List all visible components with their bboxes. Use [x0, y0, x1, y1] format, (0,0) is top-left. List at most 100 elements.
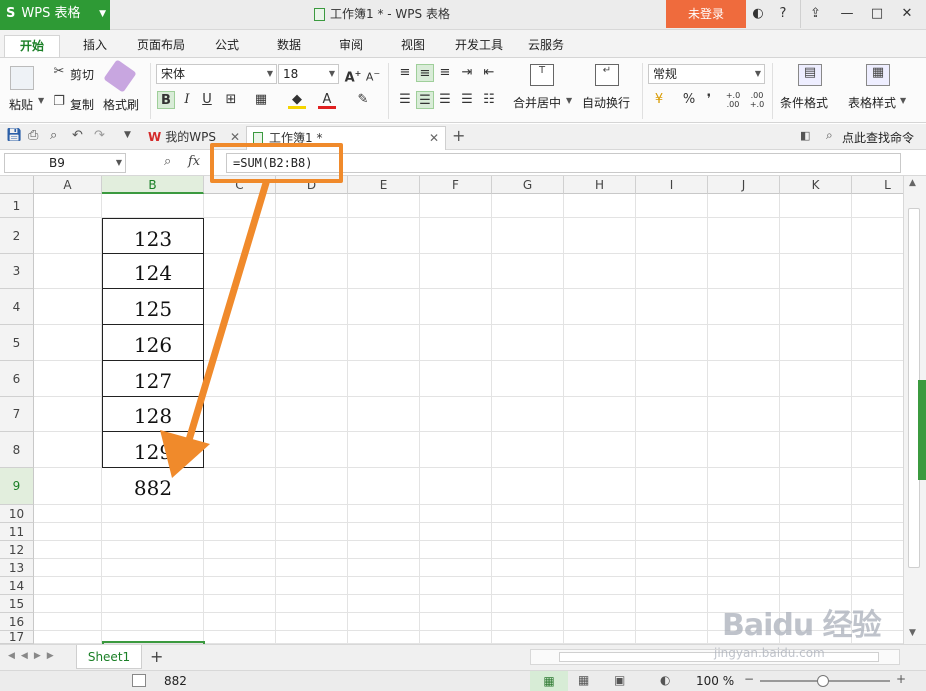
border-icon[interactable]: ⊞: [222, 91, 240, 109]
align-bottom-icon[interactable]: ≡: [436, 64, 454, 82]
column-header-j[interactable]: J: [708, 176, 780, 194]
clear-format-icon[interactable]: ✎: [354, 91, 372, 109]
row-header-12[interactable]: 12: [0, 541, 34, 559]
align-left-icon[interactable]: ☰: [396, 91, 414, 109]
tab-view[interactable]: 视图: [392, 35, 434, 58]
conditional-format-button[interactable]: 条件格式: [780, 94, 828, 111]
normal-view-icon[interactable]: ▦: [530, 671, 568, 691]
row-header-14[interactable]: 14: [0, 577, 34, 595]
column-header-f[interactable]: F: [420, 176, 492, 194]
maximize-icon[interactable]: □: [862, 0, 892, 28]
row-header-16[interactable]: 16: [0, 613, 34, 631]
customize-chevron-icon[interactable]: ▼: [124, 130, 131, 140]
tab-developer[interactable]: 开发工具: [448, 35, 510, 58]
justify-icon[interactable]: ☰: [458, 91, 476, 109]
row-header-8[interactable]: 8: [0, 432, 34, 468]
new-tab-icon[interactable]: +: [452, 126, 465, 145]
spreadsheet-grid[interactable]: ABCDEFGHIJKL 1 2 3 4 5 6 7 8 9 10 11 12 13 14 15 16 17 1…: [0, 176, 903, 644]
sheet-nav-icon[interactable]: ◀◀▶▶: [8, 651, 60, 661]
cut-button[interactable]: 剪切: [70, 66, 94, 83]
login-button[interactable]: 未登录: [666, 0, 746, 28]
increase-decimal-button[interactable]: +.0 .00: [722, 91, 744, 109]
sheet-tab-sheet1[interactable]: Sheet1: [76, 645, 142, 669]
eye-protect-icon[interactable]: ◐: [660, 673, 670, 687]
align-center-icon[interactable]: ☰: [416, 91, 434, 109]
chevron-down-icon[interactable]: ▼: [900, 96, 906, 105]
chevron-down-icon[interactable]: ▼: [38, 96, 44, 105]
column-header-h[interactable]: H: [564, 176, 636, 194]
column-header-g[interactable]: G: [492, 176, 564, 194]
select-all-corner[interactable]: [0, 176, 34, 194]
bold-button[interactable]: B: [157, 91, 175, 109]
outdent-icon[interactable]: ⇤: [480, 64, 498, 82]
print-preview-icon[interactable]: ⌕: [50, 128, 57, 143]
reading-view-icon[interactable]: ▣: [614, 673, 625, 687]
row-header-15[interactable]: 15: [0, 595, 34, 613]
column-header-b[interactable]: B: [102, 176, 204, 194]
find-command-link[interactable]: 点此查找命令: [842, 129, 914, 146]
row-header-4[interactable]: 4: [0, 289, 34, 325]
row-header-10[interactable]: 10: [0, 505, 34, 523]
number-format-select[interactable]: 常规 ▼: [648, 64, 765, 84]
copy-button[interactable]: 复制: [70, 96, 94, 113]
cell-b5[interactable]: 126: [102, 325, 204, 361]
decrease-font-icon[interactable]: A−: [364, 65, 382, 84]
skin-icon[interactable]: ◐: [748, 0, 768, 28]
cell-b8[interactable]: 129: [102, 432, 204, 468]
close-icon[interactable]: ✕: [892, 0, 922, 28]
cell-b4[interactable]: 125: [102, 289, 204, 325]
add-sheet-button[interactable]: +: [150, 647, 163, 666]
minimize-icon[interactable]: —: [832, 0, 862, 28]
fx-button[interactable]: fx: [188, 154, 200, 169]
zoom-out-icon[interactable]: −: [744, 672, 754, 686]
align-top-icon[interactable]: ≡: [396, 64, 414, 82]
italic-button[interactable]: I: [178, 91, 196, 109]
column-header-k[interactable]: K: [780, 176, 852, 194]
row-header-6[interactable]: 6: [0, 361, 34, 397]
align-middle-icon[interactable]: ≡: [416, 64, 434, 82]
increase-font-icon[interactable]: A+: [344, 65, 362, 85]
font-size-select[interactable]: 18 ▼: [278, 64, 339, 84]
column-header-i[interactable]: I: [636, 176, 708, 194]
row-header-2[interactable]: 2: [0, 218, 34, 254]
paste-icon[interactable]: [10, 66, 34, 90]
wrap-text-button[interactable]: 自动换行: [582, 94, 630, 111]
help-icon[interactable]: ?: [770, 0, 796, 28]
pin-icon[interactable]: ⇪: [800, 0, 830, 28]
tab-formulas[interactable]: 公式: [206, 35, 248, 58]
fill-color-icon[interactable]: ◆: [288, 91, 306, 109]
page-break-view-icon[interactable]: ▦: [578, 673, 589, 687]
row-header-9[interactable]: 9: [0, 468, 34, 505]
fill-pattern-icon[interactable]: ▦: [252, 91, 270, 109]
percent-button[interactable]: %: [680, 91, 698, 109]
save-icon[interactable]: 💾︎: [6, 128, 23, 143]
zoom-in-icon[interactable]: +: [896, 672, 906, 686]
zoom-slider-thumb[interactable]: [817, 675, 829, 687]
zoom-search-icon[interactable]: ⌕: [164, 154, 171, 169]
chevron-down-icon[interactable]: ▼: [566, 96, 572, 105]
decrease-decimal-button[interactable]: .00 +.0: [746, 91, 768, 109]
font-name-select[interactable]: 宋体 ▼: [156, 64, 277, 84]
column-header-l[interactable]: L: [852, 176, 903, 194]
row-header-3[interactable]: 3: [0, 254, 34, 289]
undo-icon[interactable]: ↶: [72, 128, 83, 143]
scroll-up-icon[interactable]: ▲: [909, 178, 916, 188]
underline-button[interactable]: U: [198, 91, 216, 109]
row-header-17[interactable]: 17: [0, 631, 34, 644]
row-header-7[interactable]: 7: [0, 397, 34, 432]
font-color-button[interactable]: A: [318, 91, 336, 109]
tab-review[interactable]: 审阅: [330, 35, 372, 58]
close-tab-icon[interactable]: ✕: [429, 127, 439, 149]
row-header-5[interactable]: 5: [0, 325, 34, 361]
cell-b7[interactable]: 128: [102, 397, 204, 432]
row-header-1[interactable]: 1: [0, 194, 34, 218]
tab-data[interactable]: 数据: [268, 35, 310, 58]
merge-center-button[interactable]: 合并居中: [513, 94, 561, 111]
tab-insert[interactable]: 插入: [72, 35, 118, 58]
thousands-button[interactable]: ❜: [700, 91, 718, 109]
redo-icon[interactable]: ↷: [94, 128, 105, 143]
cell-b2[interactable]: 123: [102, 218, 204, 254]
align-right-icon[interactable]: ☰: [436, 91, 454, 109]
toolbar-toggle-icon[interactable]: ◧: [800, 129, 810, 142]
print-icon[interactable]: ⎙: [28, 128, 38, 143]
